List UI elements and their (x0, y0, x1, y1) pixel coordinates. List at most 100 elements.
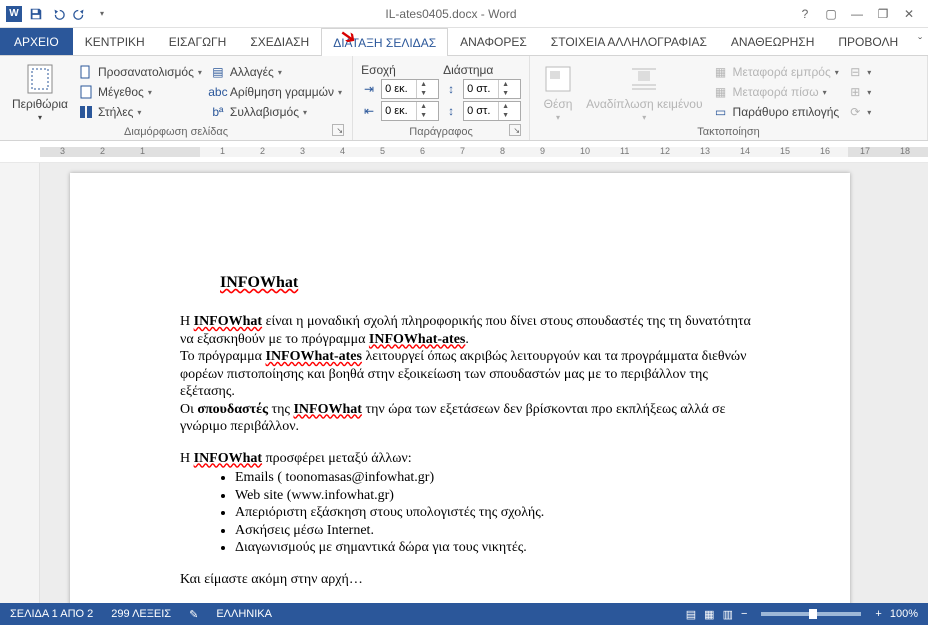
zoom-level[interactable]: 100% (890, 608, 918, 620)
position-button: Θέση▾ (538, 61, 578, 124)
tab-2[interactable]: ΣΧΕΔΙΑΣΗ (238, 28, 321, 55)
redo-icon[interactable] (72, 6, 88, 22)
bring-forward-button: ▦Μεταφορά εμπρός▾ (711, 63, 842, 81)
minimize-icon[interactable]: — (848, 5, 866, 23)
orientation-button[interactable]: Προσανατολισμός▾ (76, 63, 204, 81)
spacing-after-icon: ↕ (443, 103, 459, 119)
view-print-icon[interactable]: ▦ (704, 608, 714, 621)
size-button[interactable]: Μέγεθος▾ (76, 83, 204, 101)
restore-icon[interactable]: ❐ (874, 5, 892, 23)
save-icon[interactable] (28, 6, 44, 22)
spacing-after-input[interactable]: ▲▼ (463, 101, 521, 121)
status-words[interactable]: 299 ΛΕΞΕΙΣ (111, 608, 171, 620)
list-item: Emails ( toonomasas@infowhat.gr) (235, 469, 760, 487)
list-item: Ασκήσεις μέσω Internet. (235, 522, 760, 540)
wrap-text-button: Αναδίπλωση κειμένου▾ (582, 61, 706, 124)
list-item: Διαγωνισμούς με σημαντικά δώρα για τους … (235, 539, 760, 557)
ruler-mark: 14 (740, 146, 750, 156)
send-backward-button: ▦Μεταφορά πίσω▾ (711, 83, 842, 101)
ruler-mark: 2 (100, 146, 105, 156)
line-numbers-button[interactable]: abcΑρίθμηση γραμμών▾ (208, 83, 344, 101)
tab-5[interactable]: ΣΤΟΙΧΕΙΑ ΑΛΛΗΛΟΓΡΑΦΙΑΣ (539, 28, 719, 55)
tab-0[interactable]: ΚΕΝΤΡΙΚΗ (73, 28, 157, 55)
quick-access-toolbar: W ▾ (0, 6, 116, 22)
rotate-button: ⟳▾ (845, 103, 873, 121)
ribbon-options-icon[interactable]: ▢ (822, 5, 840, 23)
undo-icon[interactable] (50, 6, 66, 22)
ruler-mark: 15 (780, 146, 790, 156)
ruler-mark: 17 (860, 146, 870, 156)
help-icon[interactable]: ? (796, 5, 814, 23)
page-viewport[interactable]: INFOWhat Η INFOWhat είναι η μοναδική σχο… (40, 163, 928, 603)
indent-left-icon: ⇥ (361, 81, 377, 97)
list-item: Απεριόριστη εξάσκηση στους υπολογιστές τ… (235, 504, 760, 522)
indent-heading: Εσοχή (361, 63, 439, 77)
indent-left-input[interactable]: ▲▼ (381, 79, 439, 99)
ribbon: Περιθώρια▾ Προσανατολισμός▾ Μέγεθος▾ Στή… (0, 56, 928, 141)
tab-7[interactable]: ΠΡΟΒΟΛΗ (826, 28, 910, 55)
status-bar: ΣΕΛΙΔΑ 1 ΑΠΟ 2 299 ΛΕΞΕΙΣ ✎ ΕΛΛΗΝΙΚΑ ▤ ▦… (0, 603, 928, 625)
spacing-heading: Διάστημα (443, 63, 521, 77)
zoom-slider[interactable] (761, 612, 861, 616)
page-setup-dialog-launcher[interactable]: ↘ (332, 124, 344, 136)
breaks-button[interactable]: ▤Αλλαγές▾ (208, 63, 344, 81)
group-paragraph: Εσοχή ⇥▲▼ ⇤▲▼ Διάστημα ↕▲▼ ↕▲▼ Παράγραφο… (353, 56, 530, 140)
word-app-icon: W (6, 6, 22, 22)
doc-heading: INFOWhat (220, 273, 760, 293)
status-language[interactable]: ΕΛΛΗΝΙΚΑ (216, 608, 272, 620)
status-page[interactable]: ΣΕΛΙΔΑ 1 ΑΠΟ 2 (10, 608, 93, 620)
group-arrange-label: Τακτοποίηση (538, 124, 919, 138)
selection-pane-button[interactable]: ▭Παράθυρο επιλογής (711, 103, 842, 121)
hyphenation-button[interactable]: bªΣυλλαβισμός▾ (208, 103, 344, 121)
tab-4[interactable]: ΑΝΑΦΟΡΕΣ (448, 28, 539, 55)
view-web-icon[interactable]: ▥ (723, 608, 733, 621)
ruler-mark: 13 (700, 146, 710, 156)
ruler-mark: 16 (820, 146, 830, 156)
paragraph-dialog-launcher[interactable]: ↘ (509, 124, 521, 136)
title-bar: W ▾ IL-ates0405.docx - Word ? ▢ — ❐ ✕ (0, 0, 928, 28)
margins-label: Περιθώρια (12, 97, 68, 111)
ruler-mark: 5 (380, 146, 385, 156)
doc-bullet-list: Emails ( toonomasas@infowhat.gr)Web site… (235, 469, 760, 557)
group-objects-button: ⊞▾ (845, 83, 873, 101)
ruler-mark: 3 (60, 146, 65, 156)
qat-customize-icon[interactable]: ▾ (94, 6, 110, 22)
group-page-setup-label: Διαμόρφωση σελίδας↘ (8, 124, 344, 138)
ruler-mark: 2 (260, 146, 265, 156)
align-button: ⊟▾ (845, 63, 873, 81)
document-page[interactable]: INFOWhat Η INFOWhat είναι η μοναδική σχο… (70, 173, 850, 603)
group-page-setup: Περιθώρια▾ Προσανατολισμός▾ Μέγεθος▾ Στή… (0, 56, 353, 140)
doc-p3: Οι σπουδαστές της INFOWhat την ώρα των ε… (180, 401, 760, 436)
ruler-mark: 6 (420, 146, 425, 156)
margins-button[interactable]: Περιθώρια▾ (8, 61, 72, 124)
group-arrange: Θέση▾ Αναδίπλωση κειμένου▾ ▦Μεταφορά εμπ… (530, 56, 928, 140)
list-item: Web site (www.infowhat.gr) (235, 487, 760, 505)
vertical-ruler[interactable] (0, 163, 40, 603)
horizontal-ruler[interactable]: 321123456789101112131415161718 (40, 143, 928, 161)
zoom-in-icon[interactable]: + (875, 608, 881, 620)
indent-right-icon: ⇤ (361, 103, 377, 119)
columns-button[interactable]: Στήλες▾ (76, 103, 204, 121)
document-area: INFOWhat Η INFOWhat είναι η μοναδική σχο… (0, 163, 928, 603)
status-proofing-icon[interactable]: ✎ (189, 608, 198, 621)
close-icon[interactable]: ✕ (900, 5, 918, 23)
indent-right-input[interactable]: ▲▼ (381, 101, 439, 121)
zoom-out-icon[interactable]: − (741, 608, 747, 620)
tab-1[interactable]: ΕΙΣΑΓΩΓΗ (157, 28, 239, 55)
doc-p5: Και είμαστε ακόμη στην αρχή… (180, 571, 760, 589)
group-paragraph-label: Παράγραφος↘ (361, 124, 521, 138)
view-read-icon[interactable]: ▤ (686, 608, 696, 621)
doc-p1: Η INFOWhat είναι η μοναδική σχολή πληροφ… (180, 313, 760, 348)
tab-6[interactable]: ΑΝΑΘΕΩΡΗΣΗ (719, 28, 826, 55)
doc-p4: Η INFOWhat προσφέρει μεταξύ άλλων: (180, 450, 760, 468)
ribbon-tabs: ΑΡΧΕΙΟ ΚΕΝΤΡΙΚΗΕΙΣΑΓΩΓΗΣΧΕΔΙΑΣΗΔΙΑΤΑΞΗ Σ… (0, 28, 928, 56)
ruler-mark: 3 (300, 146, 305, 156)
doc-p2: Το πρόγραμμα INFOWhat-ates λειτουργεί όπ… (180, 348, 760, 401)
ruler-mark: 18 (900, 146, 910, 156)
ruler-mark: 10 (580, 146, 590, 156)
ruler-mark: 7 (460, 146, 465, 156)
spacing-before-input[interactable]: ▲▼ (463, 79, 521, 99)
collapse-ribbon-icon[interactable]: ˇ (910, 28, 928, 55)
tab-file[interactable]: ΑΡΧΕΙΟ (0, 28, 73, 55)
spacing-before-icon: ↕ (443, 81, 459, 97)
